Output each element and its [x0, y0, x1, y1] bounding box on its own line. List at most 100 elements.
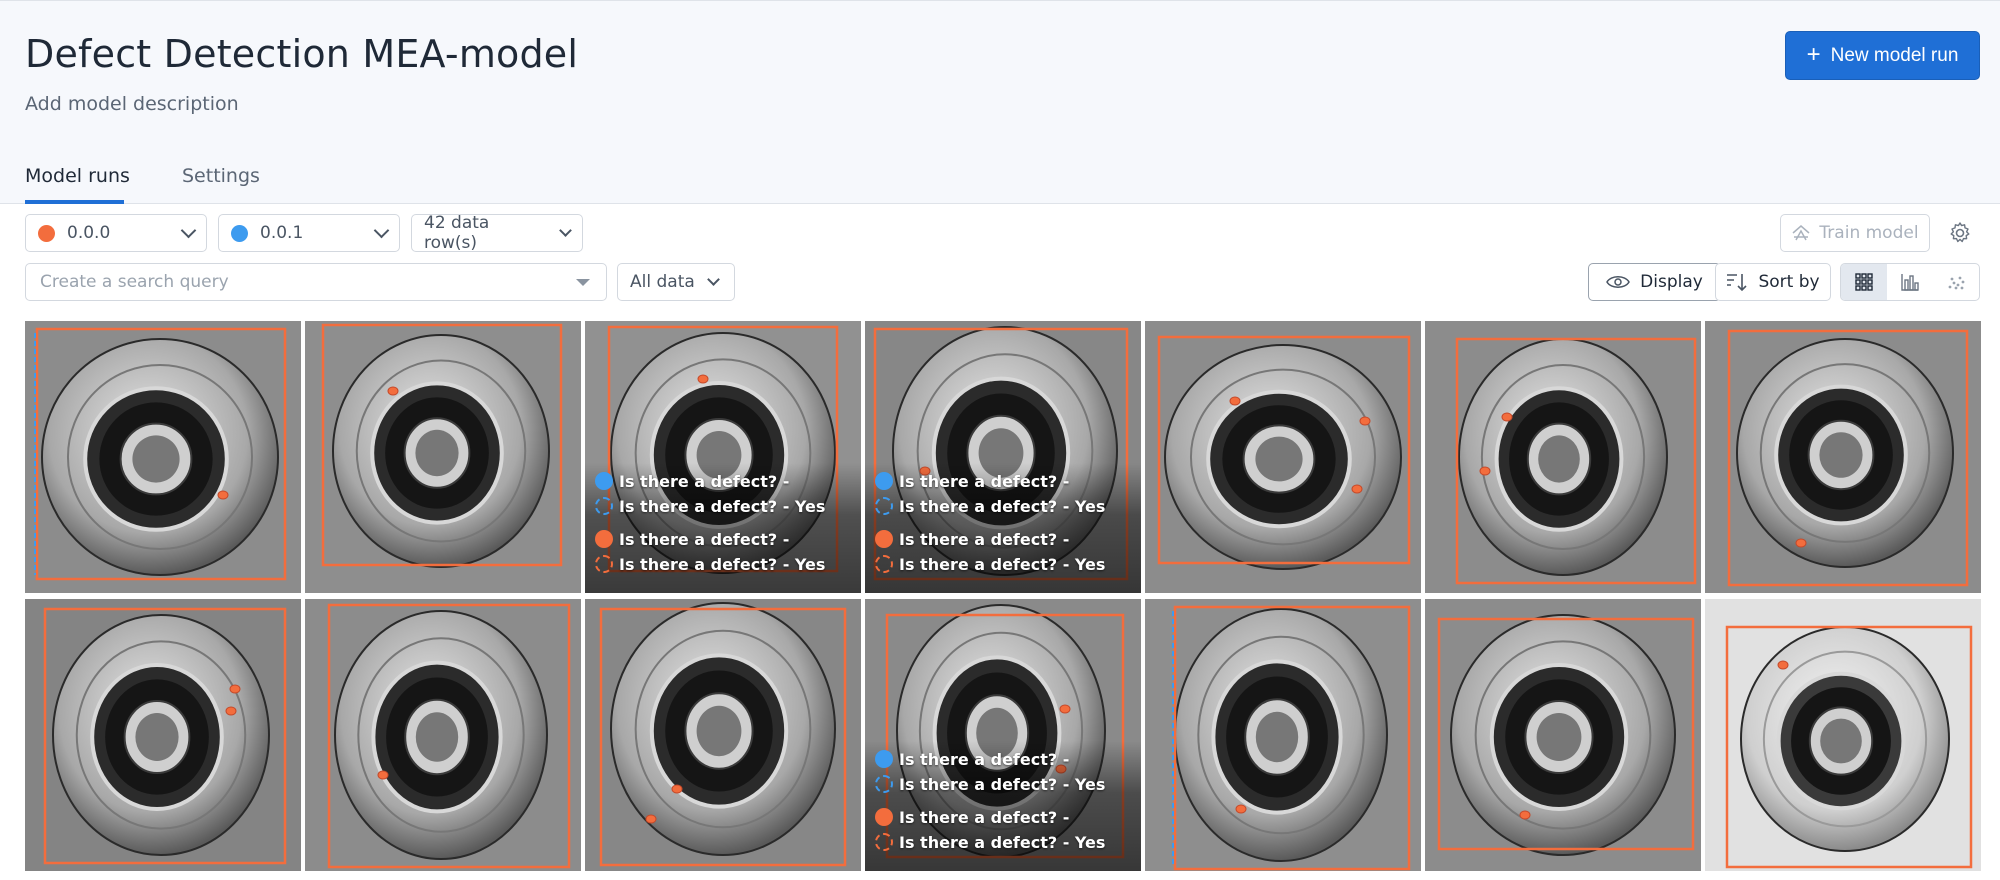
label-row: Is there a defect? -: [875, 469, 1069, 493]
data-row-tile[interactable]: [1425, 321, 1701, 593]
page-header: Defect Detection MEA-model Add model des…: [0, 0, 2000, 204]
label-row: Is there a defect? -: [875, 747, 1069, 771]
data-rows-label: 42 data row(s): [424, 213, 490, 253]
label-text: Is there a defect? - Yes: [899, 832, 1106, 852]
label-text: Is there a defect? - Yes: [899, 774, 1106, 794]
page-title: Defect Detection MEA-model: [25, 32, 579, 76]
prediction-dot: [875, 750, 893, 768]
label-row: Is there a defect? - Yes: [875, 772, 1105, 796]
prediction-dot: [875, 472, 893, 490]
defect-image: [1705, 321, 1981, 593]
ground-truth-dot: [875, 497, 893, 515]
chart-view-button[interactable]: [1887, 264, 1933, 300]
data-row-tile[interactable]: [1145, 599, 1421, 871]
new-model-run-label: New model run: [1830, 44, 1959, 66]
view-switcher: [1840, 263, 1980, 301]
prediction-dot: [875, 808, 893, 826]
caret-down-icon[interactable]: [576, 279, 590, 286]
grid-view-button[interactable]: [1841, 264, 1887, 300]
run-b-color-dot: [231, 224, 248, 242]
gear-icon[interactable]: [1948, 221, 1972, 245]
label-row: Is there a defect? - Yes: [875, 552, 1105, 576]
data-row-tile[interactable]: Is there a defect? - Is there a defect? -…: [865, 321, 1141, 593]
ground-truth-dot: [595, 555, 613, 573]
defect-image: [1425, 321, 1701, 593]
label-text: Is there a defect? -: [899, 807, 1070, 827]
defect-image: [1425, 599, 1701, 871]
data-row-tile[interactable]: [25, 599, 301, 871]
label-text: Is there a defect? - Yes: [619, 554, 826, 574]
data-row-tile[interactable]: [25, 321, 301, 593]
tab-settings[interactable]: Settings: [182, 165, 260, 187]
run-b-select[interactable]: 0.0.1: [218, 214, 400, 252]
plus-icon: +: [1806, 40, 1821, 68]
data-row-tile[interactable]: Is there a defect? - Is there a defect? -…: [865, 599, 1141, 871]
data-rows-select[interactable]: 42 data row(s): [411, 213, 583, 253]
prediction-dot: [875, 530, 893, 548]
ground-truth-dot: [875, 555, 893, 573]
defect-image: [1705, 599, 1981, 871]
label-row: Is there a defect? - Yes: [875, 830, 1105, 854]
chevron-down-icon: [559, 223, 572, 237]
chevron-down-icon: [373, 222, 390, 238]
run-a-color-dot: [38, 224, 55, 242]
label-text: Is there a defect? -: [899, 529, 1070, 549]
grid-view-icon: [1855, 273, 1873, 291]
train-icon: [1792, 225, 1810, 241]
data-scope-label: All data: [630, 272, 695, 292]
defect-image: [1145, 599, 1421, 871]
ground-truth-dot: [875, 833, 893, 851]
label-row: Is there a defect? - Yes: [595, 494, 825, 518]
search-input[interactable]: [40, 264, 560, 300]
active-tab-indicator: [25, 200, 124, 204]
label-row: Is there a defect? - Yes: [595, 552, 825, 576]
label-text: Is there a defect? - Yes: [899, 554, 1106, 574]
data-row-tile[interactable]: [305, 321, 581, 593]
run-b-label: 0.0.1: [260, 223, 304, 243]
data-row-tile[interactable]: [1425, 599, 1701, 871]
display-label: Display: [1640, 272, 1703, 292]
sort-by-label: Sort by: [1758, 272, 1820, 292]
tab-model-runs[interactable]: Model runs: [25, 165, 130, 187]
data-row-grid: Is there a defect? - Is there a defect? -…: [25, 321, 1981, 880]
defect-image: [25, 599, 301, 871]
defect-image: [1145, 321, 1421, 593]
new-model-run-button[interactable]: + New model run: [1785, 31, 1980, 80]
ground-truth-dot: [595, 497, 613, 515]
data-row-tile[interactable]: [1145, 321, 1421, 593]
eye-icon: [1606, 276, 1631, 288]
label-row: Is there a defect? -: [595, 527, 789, 551]
train-model-button[interactable]: Train model: [1780, 214, 1930, 252]
search-query-field[interactable]: [25, 263, 607, 301]
display-button[interactable]: Display: [1588, 263, 1721, 301]
data-row-tile[interactable]: [305, 599, 581, 871]
prediction-dot: [595, 472, 613, 490]
data-row-tile[interactable]: [1705, 321, 1981, 593]
label-text: Is there a defect? - Yes: [899, 496, 1106, 516]
defect-image: [585, 599, 861, 871]
prediction-dot: [595, 530, 613, 548]
chevron-down-icon: [180, 222, 197, 238]
scatter-view-icon: [1948, 276, 1965, 290]
defect-image: [25, 321, 301, 593]
label-text: Is there a defect? -: [899, 749, 1070, 769]
defect-image: [305, 321, 581, 593]
sort-by-button[interactable]: Sort by: [1715, 263, 1831, 301]
train-model-label: Train model: [1819, 223, 1919, 243]
data-row-tile[interactable]: Is there a defect? - Is there a defect? -…: [585, 321, 861, 593]
label-text: Is there a defect? - Yes: [619, 496, 826, 516]
scatter-view-button[interactable]: [1933, 264, 1979, 300]
sort-icon: [1727, 274, 1748, 292]
data-row-tile[interactable]: [1705, 599, 1981, 871]
label-row: Is there a defect? -: [595, 469, 789, 493]
data-row-tile[interactable]: [585, 599, 861, 871]
label-text: Is there a defect? -: [899, 471, 1070, 491]
run-a-label: 0.0.0: [67, 223, 111, 243]
label-text: Is there a defect? -: [619, 529, 790, 549]
data-scope-select[interactable]: All data: [617, 263, 735, 301]
label-text: Is there a defect? -: [619, 471, 790, 491]
run-a-select[interactable]: 0.0.0: [25, 214, 207, 252]
defect-image: [305, 599, 581, 871]
label-row: Is there a defect? - Yes: [875, 494, 1105, 518]
model-description[interactable]: Add model description: [25, 93, 239, 115]
